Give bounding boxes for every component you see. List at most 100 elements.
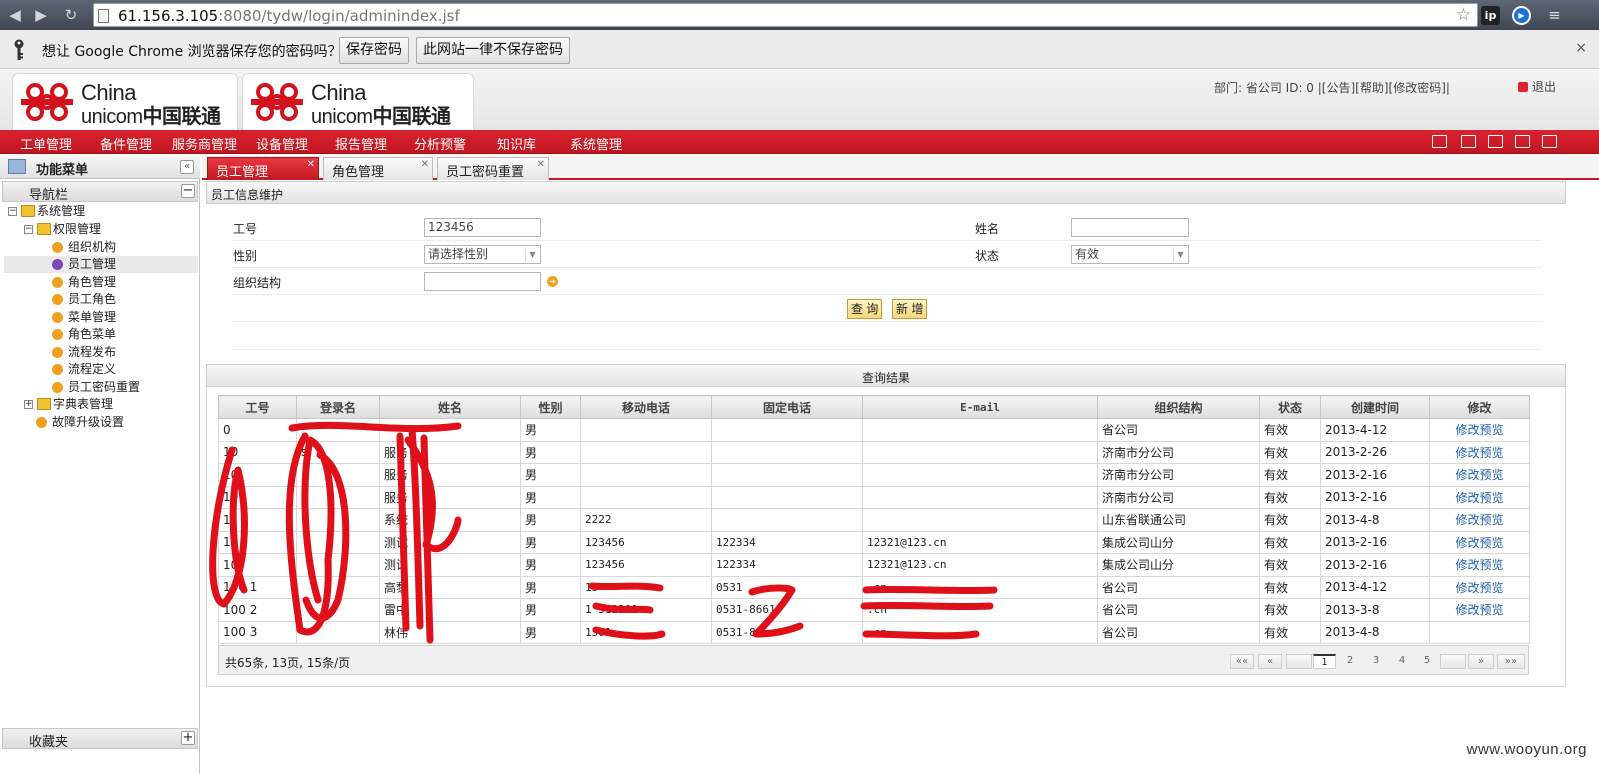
ip-extension-icon[interactable]: ip <box>1481 6 1500 25</box>
page-2-button[interactable]: 2 <box>1338 654 1362 669</box>
table-row: 10 测试男 123456 122334 12321@123.cn 集成公司山分 有效 201… <box>218 530 1530 554</box>
layout-restore-icon[interactable] <box>1542 135 1557 148</box>
layout-split-icon[interactable] <box>1461 135 1476 148</box>
favorites-toggle[interactable]: + <box>181 731 195 745</box>
menu-icon[interactable]: ≡ <box>1545 6 1564 25</box>
tree-leaf-escalation[interactable]: 故障升级设置 <box>0 414 198 431</box>
save-password-button[interactable]: 保存密码 <box>339 37 409 64</box>
navigation-header[interactable]: 导航栏 − <box>2 181 198 203</box>
favorites-header[interactable]: 收藏夹 + <box>2 728 198 750</box>
menu-item-analysis[interactable]: 分析预警 <box>414 134 466 153</box>
col-status[interactable]: 状态 <box>1259 395 1321 419</box>
tree-collapse-icon[interactable]: − <box>8 207 17 216</box>
back-icon[interactable]: ◀ <box>6 6 24 24</box>
col-mobile[interactable]: 移动电话 <box>580 395 712 419</box>
gender-select[interactable]: 请选择性别 ▼ <box>424 245 541 264</box>
edit-preview-link[interactable]: 修改预览 <box>1429 530 1530 554</box>
tree-leaf-org[interactable]: 组织机构 <box>0 239 198 256</box>
reload-icon[interactable]: ↻ <box>62 6 80 24</box>
tab-password-reset[interactable]: 员工密码重置 ✕ <box>437 157 549 180</box>
close-icon[interactable]: ✕ <box>537 159 545 170</box>
bookmark-star-icon[interactable]: ☆ <box>1456 5 1471 25</box>
menu-item-spares[interactable]: 备件管理 <box>100 134 152 153</box>
col-org[interactable]: 组织结构 <box>1097 395 1260 419</box>
tree-label: 角色菜单 <box>68 327 117 341</box>
tree-node-permissions[interactable]: − 权限管理 <box>0 221 198 238</box>
col-phone[interactable]: 固定电话 <box>711 395 863 419</box>
close-icon[interactable]: ✕ <box>421 159 429 170</box>
tree-leaf-emp-role[interactable]: 员工角色 <box>0 291 198 308</box>
prev-page-button[interactable]: « <box>1258 654 1282 669</box>
tree-leaf-employee[interactable]: 员工管理 <box>4 256 198 273</box>
col-created[interactable]: 创建时间 <box>1320 395 1430 419</box>
table-cell: 有效 <box>1259 418 1321 442</box>
tab-role-management[interactable]: 角色管理 ✕ <box>323 157 433 180</box>
page-3-button[interactable]: 3 <box>1364 654 1388 669</box>
table-row: 0 男 省公司 有效 2013-4-12 修改预览 <box>218 418 1530 442</box>
col-emp-no[interactable]: 工号 <box>218 395 297 419</box>
user-info[interactable]: 部门: 省公司 ID: 0 |[公告][帮助][修改密码]| <box>1214 79 1450 96</box>
tree-node-dictionary[interactable]: + 字典表管理 <box>0 396 198 413</box>
table-cell <box>711 440 863 464</box>
edit-preview-link[interactable]: 修改预览 <box>1429 553 1530 577</box>
never-save-password-button[interactable]: 此网站一律不保存密码 <box>416 37 570 64</box>
edit-preview-link[interactable]: 修改预览 <box>1429 508 1530 532</box>
page-1-button[interactable]: 1 <box>1313 654 1336 669</box>
layout-window-icon[interactable] <box>1488 135 1503 148</box>
collapse-panel-button[interactable]: « <box>180 160 194 174</box>
layout-360-icon[interactable] <box>1432 135 1447 148</box>
col-email[interactable]: E-mail <box>862 395 1098 419</box>
table-cell <box>862 508 1098 532</box>
edit-preview-link[interactable]: 修改预览 <box>1429 440 1530 464</box>
tree-leaf-flow-define[interactable]: 流程定义 <box>0 361 198 378</box>
edit-preview-link[interactable]: 修改预览 <box>1429 575 1530 599</box>
next-page-button[interactable]: » <box>1468 654 1494 669</box>
menu-item-devices[interactable]: 设备管理 <box>256 134 308 153</box>
edit-preview-link[interactable]: 修改预览 <box>1429 463 1530 487</box>
tree-collapse-icon[interactable]: − <box>24 225 33 234</box>
first-page-button[interactable]: «« <box>1230 654 1254 669</box>
org-picker-icon[interactable]: ➔ <box>547 276 558 287</box>
logout-link[interactable]: 退出 <box>1518 78 1556 95</box>
tree-leaf-pwd-reset[interactable]: 员工密码重置 <box>0 379 198 396</box>
address-bar[interactable]: 61.156.3.105:8080/tydw/login/adminindex.… <box>93 3 1478 27</box>
tree-node-system[interactable]: − 系统管理 <box>0 203 198 220</box>
menu-item-ticket[interactable]: 工单管理 <box>20 134 72 153</box>
play-extension-icon[interactable]: ▶ <box>1512 6 1531 25</box>
tree-leaf-flow-publish[interactable]: 流程发布 <box>0 344 198 361</box>
last-page-button[interactable]: »» <box>1497 654 1525 669</box>
tree-leaf-role[interactable]: 角色管理 <box>0 274 198 291</box>
menu-item-reports[interactable]: 报告管理 <box>335 134 387 153</box>
col-edit[interactable]: 修改 <box>1429 395 1530 419</box>
close-icon[interactable]: × <box>1575 40 1587 56</box>
query-button[interactable]: 查 询 <box>847 299 883 319</box>
tree-expand-icon[interactable]: + <box>24 400 33 409</box>
results-section-header: 查询结果 <box>206 364 1566 387</box>
edit-preview-link[interactable] <box>1429 620 1530 644</box>
table-cell: 有效 <box>1259 575 1321 599</box>
col-gender[interactable]: 性别 <box>520 395 581 419</box>
forward-icon[interactable]: ▶ <box>32 6 50 24</box>
tree-leaf-menu[interactable]: 菜单管理 <box>0 309 198 326</box>
layout-list-icon[interactable] <box>1515 135 1530 148</box>
edit-preview-link[interactable]: 修改预览 <box>1429 598 1530 622</box>
name-input[interactable] <box>1071 218 1189 237</box>
tree-leaf-role-menu[interactable]: 角色菜单 <box>0 326 198 343</box>
menu-item-providers[interactable]: 服务商管理 <box>172 134 237 153</box>
edit-preview-link[interactable]: 修改预览 <box>1429 485 1530 509</box>
navigation-toggle[interactable]: − <box>181 184 195 198</box>
add-button[interactable]: 新 增 <box>892 299 928 319</box>
table-cell: 服务 <box>379 485 521 509</box>
col-login[interactable]: 登录名 <box>296 395 380 419</box>
menu-item-system[interactable]: 系统管理 <box>570 134 622 153</box>
emp-no-input[interactable]: 123456 <box>424 218 541 237</box>
org-input[interactable] <box>424 272 541 291</box>
tab-employee-management[interactable]: 员工管理 ✕ <box>207 157 319 180</box>
menu-item-knowledge[interactable]: 知识库 <box>497 134 536 153</box>
page-5-button[interactable]: 5 <box>1415 654 1439 669</box>
col-name[interactable]: 姓名 <box>379 395 521 419</box>
close-icon[interactable]: ✕ <box>307 159 315 170</box>
page-4-button[interactable]: 4 <box>1390 654 1414 669</box>
edit-preview-link[interactable]: 修改预览 <box>1429 418 1530 442</box>
status-select[interactable]: 有效 ▼ <box>1071 245 1189 264</box>
